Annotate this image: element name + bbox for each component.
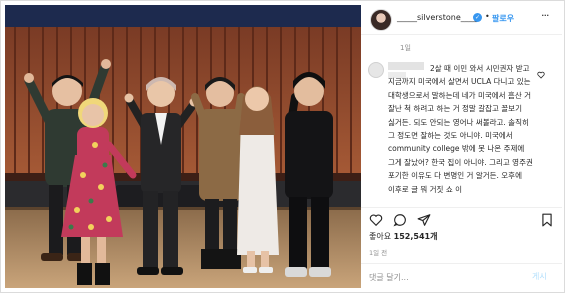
likes-prefix: 좋아요 — [369, 232, 392, 241]
post-side-panel: _____silverstone____ ✓ • 팔로우 ··· 1일 2살 때… — [361, 5, 562, 290]
paper-plane-icon[interactable] — [417, 212, 431, 231]
commenter-avatar[interactable] — [368, 62, 384, 78]
post-photo[interactable] — [5, 5, 361, 288]
follow-button[interactable]: 팔로우 — [492, 13, 514, 24]
likes-number: 152,541개 — [393, 232, 438, 241]
header-separator: • — [485, 12, 490, 21]
more-options-icon[interactable]: ··· — [541, 9, 549, 22]
bookmark-icon[interactable] — [541, 212, 553, 231]
post-header: _____silverstone____ ✓ • 팔로우 ··· — [361, 5, 562, 35]
group-photo-illustration — [5, 5, 361, 288]
comment-bubble-icon[interactable] — [393, 212, 407, 231]
caption-timestamp: 1일 — [400, 44, 411, 52]
comment-item: 2살 때 이민 와서 시민권자 받고 지금까지 미국에서 살면서 UCLA 다니… — [361, 59, 562, 207]
avatar[interactable] — [370, 9, 392, 31]
heart-outline-icon[interactable] — [537, 71, 545, 81]
comment-fade — [361, 197, 562, 207]
comment-text: 2살 때 이민 와서 시민권자 받고 지금까지 미국에서 살면서 UCLA 다니… — [388, 64, 533, 194]
post-comment-button[interactable]: 게시 — [532, 271, 547, 282]
comment-input[interactable] — [369, 270, 519, 284]
action-bar — [361, 207, 562, 233]
likes-count[interactable]: 좋아요 152,541개 — [369, 231, 437, 242]
add-comment-bar: 게시 — [361, 263, 562, 290]
instagram-post: _____silverstone____ ✓ • 팔로우 ··· 1일 2살 때… — [0, 0, 565, 293]
username-link[interactable]: _____silverstone____ — [397, 13, 477, 22]
heart-icon[interactable] — [369, 212, 383, 231]
post-timestamp: 1일 전 — [369, 249, 388, 257]
verified-badge-icon: ✓ — [473, 13, 482, 22]
